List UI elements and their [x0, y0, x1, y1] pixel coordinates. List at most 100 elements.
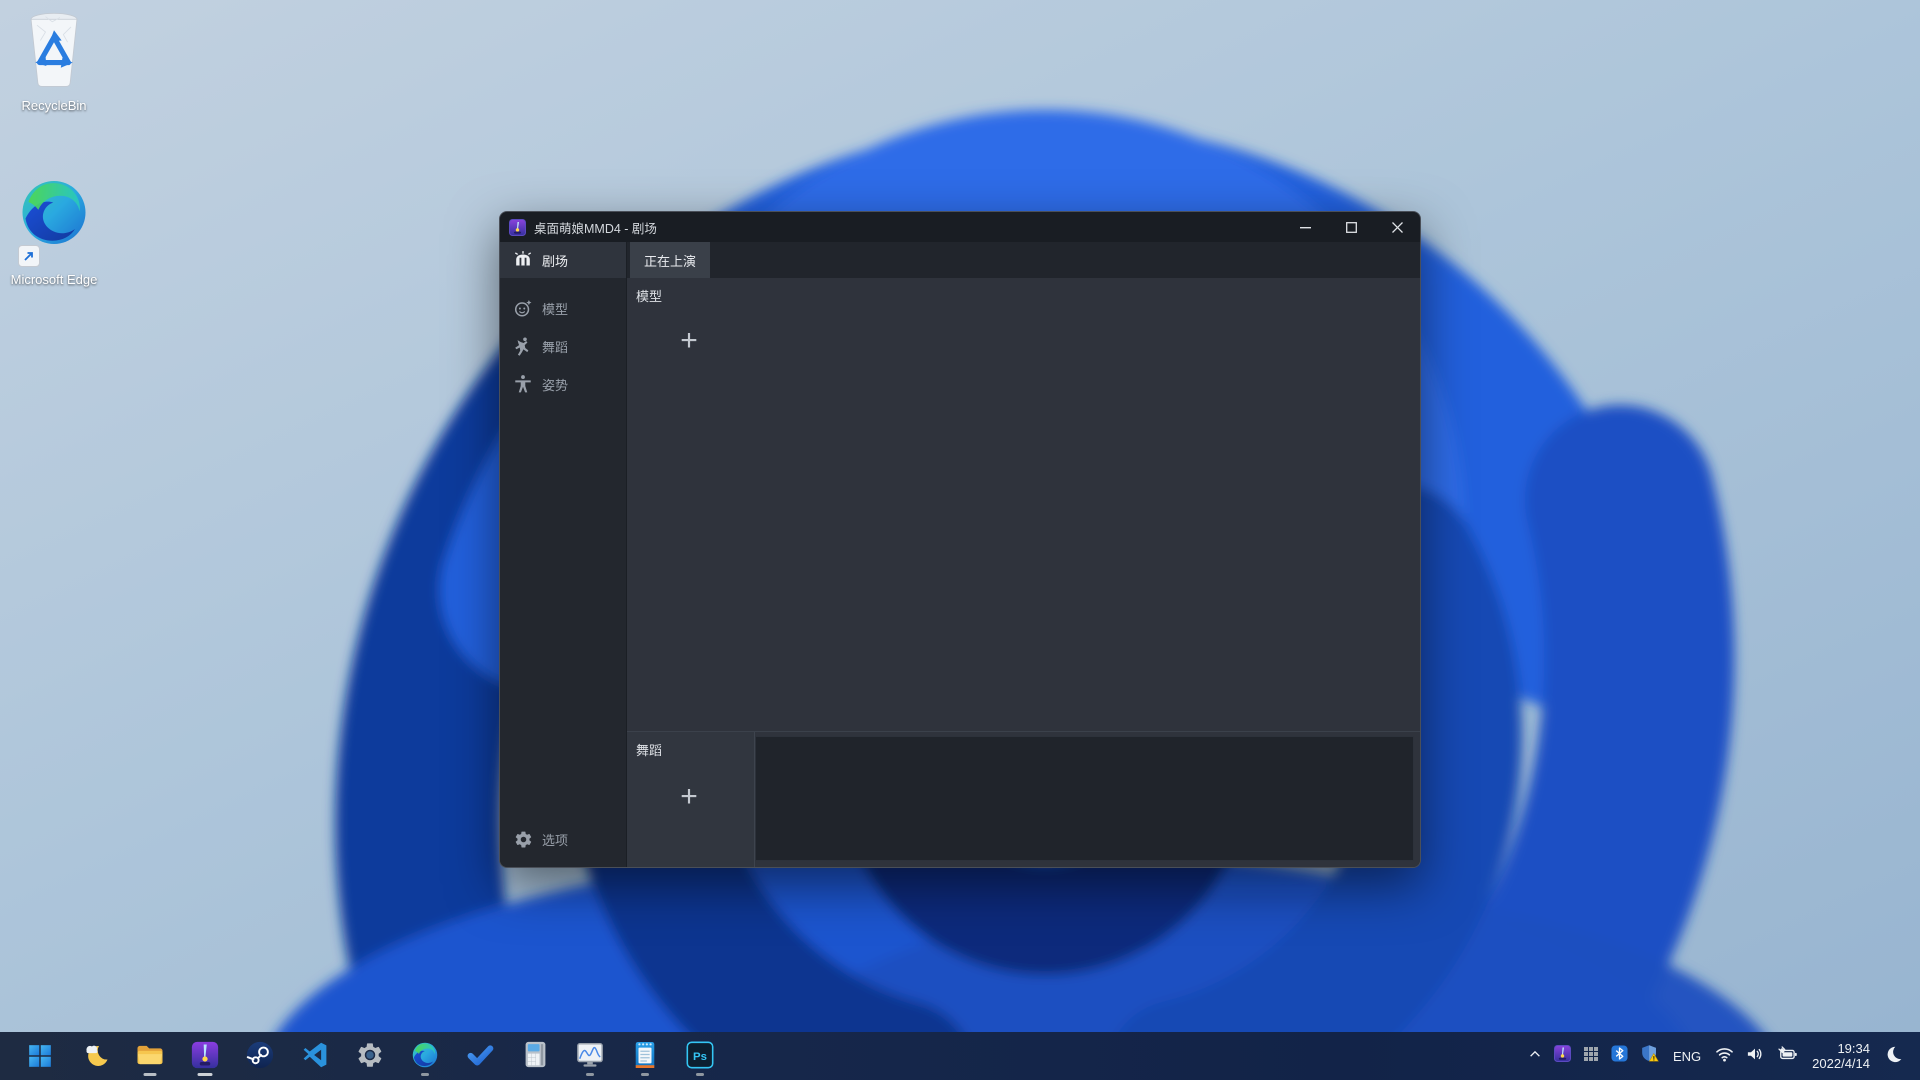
running-indicator: [143, 1073, 157, 1076]
settings-gear-icon: [356, 1041, 384, 1072]
tray-bluetooth[interactable]: [1605, 1034, 1634, 1078]
pose-icon: [513, 374, 533, 394]
face-model-icon: [513, 298, 533, 318]
dance-panel: 舞蹈 +: [627, 732, 755, 867]
folder-icon: [135, 1042, 165, 1071]
taskbar: Ps ENG 19:34 2022/4/14: [0, 1032, 1920, 1080]
moon-icon: [1884, 1045, 1902, 1068]
screen: RecycleBin Microsoft Edge 桌面萌娘MMD4 - 剧场 …: [0, 0, 1920, 1080]
dance-panel-title: 舞蹈: [636, 743, 663, 758]
mmd-app-window: 桌面萌娘MMD4 - 剧场 剧场 模型 舞蹈 姿势 选项 正在上演 模型 + 舞…: [499, 211, 1421, 868]
window-title: 桌面萌娘MMD4 - 剧场: [534, 221, 657, 236]
calculator-icon: [522, 1040, 549, 1072]
performance-monitor-icon: [575, 1041, 605, 1072]
notepad-button[interactable]: [623, 1034, 667, 1078]
model-panel: 模型 +: [627, 278, 1420, 731]
recycle-bin-label: RecycleBin: [21, 98, 87, 113]
steam-icon: [246, 1041, 274, 1072]
sidebar-item-dance-label: 舞蹈: [542, 339, 569, 355]
add-model-button[interactable]: +: [673, 326, 705, 358]
widgets-weather-button[interactable]: [73, 1034, 117, 1078]
minimize-button[interactable]: [1282, 212, 1328, 242]
task-manager-button[interactable]: [568, 1034, 612, 1078]
tray-language[interactable]: ENG: [1665, 1034, 1709, 1078]
sidebar-item-pose-label: 姿势: [542, 377, 569, 393]
sidebar-item-theater-label: 剧场: [542, 253, 569, 269]
desktop-icon-recycle-bin[interactable]: RecycleBin: [10, 8, 98, 114]
tray-wifi[interactable]: [1709, 1034, 1740, 1078]
start-button[interactable]: [18, 1034, 62, 1078]
chevron-up-icon: [1528, 1047, 1542, 1066]
wifi-icon: [1715, 1046, 1734, 1067]
steam-button[interactable]: [238, 1034, 282, 1078]
desktop-icon-edge[interactable]: Microsoft Edge: [10, 176, 98, 288]
bluetooth-icon: [1611, 1045, 1628, 1067]
sidebar-group: 模型 舞蹈 姿势: [500, 289, 626, 403]
running-indicator: [586, 1073, 594, 1076]
sidebar-item-options[interactable]: 选项: [500, 820, 626, 858]
photoshop-button[interactable]: Ps: [678, 1034, 722, 1078]
main-panel: 正在上演 模型 + 舞蹈 +: [626, 242, 1420, 867]
calculator-button[interactable]: [513, 1034, 557, 1078]
tab-bar: 正在上演: [627, 242, 1420, 278]
mmd-app-icon: [191, 1041, 219, 1072]
recycle-bin-icon: [20, 8, 88, 95]
theater-icon: [513, 250, 533, 270]
running-indicator: [696, 1073, 704, 1076]
running-indicator: [197, 1073, 213, 1076]
dance-list-panel: [755, 736, 1414, 861]
gear-icon: [513, 829, 533, 849]
settings-button[interactable]: [348, 1034, 392, 1078]
close-button[interactable]: [1374, 212, 1420, 242]
running-indicator: [641, 1073, 649, 1076]
maximize-button[interactable]: [1328, 212, 1374, 242]
photoshop-icon: Ps: [686, 1041, 714, 1072]
edge-taskbar-button[interactable]: [403, 1034, 447, 1078]
edge-icon: [411, 1041, 439, 1072]
tray-time: 19:34: [1837, 1040, 1870, 1056]
edge-label: Microsoft Edge: [10, 272, 98, 287]
todo-button[interactable]: [458, 1034, 502, 1078]
model-panel-title: 模型: [636, 289, 663, 304]
tray-battery[interactable]: [1770, 1034, 1804, 1078]
tray-security[interactable]: [1634, 1034, 1665, 1078]
sidebar-item-dance[interactable]: 舞蹈: [500, 327, 626, 365]
sidebar: 剧场 模型 舞蹈 姿势 选项: [500, 242, 626, 867]
system-tray: ENG 19:34 2022/4/14: [1522, 1034, 1920, 1078]
tray-grid-app[interactable]: [1577, 1034, 1605, 1078]
mmd-tray-icon: [1553, 1045, 1571, 1067]
checkmark-icon: [465, 1040, 495, 1073]
svg-text:Ps: Ps: [693, 1050, 707, 1062]
tray-show-hidden[interactable]: [1522, 1034, 1548, 1078]
file-explorer-button[interactable]: [128, 1034, 172, 1078]
vscode-icon: [301, 1041, 329, 1072]
add-dance-button[interactable]: +: [673, 782, 705, 814]
tray-clock[interactable]: 19:34 2022/4/14: [1804, 1034, 1878, 1078]
running-indicator: [421, 1073, 429, 1076]
tray-night-mode[interactable]: [1878, 1034, 1908, 1078]
tray-mmd-app[interactable]: [1548, 1034, 1577, 1078]
dance-section: 舞蹈 +: [627, 731, 1420, 867]
tab-now-playing[interactable]: 正在上演: [630, 242, 711, 278]
battery-charging-icon: [1776, 1045, 1798, 1067]
sidebar-item-options-label: 选项: [542, 832, 569, 848]
app-icon: [509, 218, 526, 236]
sidebar-item-model[interactable]: 模型: [500, 289, 626, 327]
speaker-icon: [1746, 1046, 1764, 1067]
tray-volume[interactable]: [1740, 1034, 1770, 1078]
vscode-button[interactable]: [293, 1034, 337, 1078]
dancer-icon: [513, 336, 533, 356]
window-controls: [1282, 212, 1420, 242]
sidebar-item-theater[interactable]: 剧场: [500, 242, 626, 278]
grid-icon: [1583, 1046, 1599, 1067]
titlebar[interactable]: 桌面萌娘MMD4 - 剧场: [500, 212, 1420, 242]
moon-cloud-icon: [81, 1041, 109, 1072]
sidebar-item-pose[interactable]: 姿势: [500, 365, 626, 403]
tray-date: 2022/4/14: [1812, 1056, 1870, 1071]
sidebar-item-model-label: 模型: [542, 301, 569, 317]
mmd-app-button[interactable]: [183, 1034, 227, 1078]
notepad-icon: [632, 1040, 658, 1073]
shortcut-arrow-icon: [18, 245, 40, 267]
edge-icon: [18, 176, 90, 269]
shield-warning-icon: [1640, 1044, 1659, 1068]
